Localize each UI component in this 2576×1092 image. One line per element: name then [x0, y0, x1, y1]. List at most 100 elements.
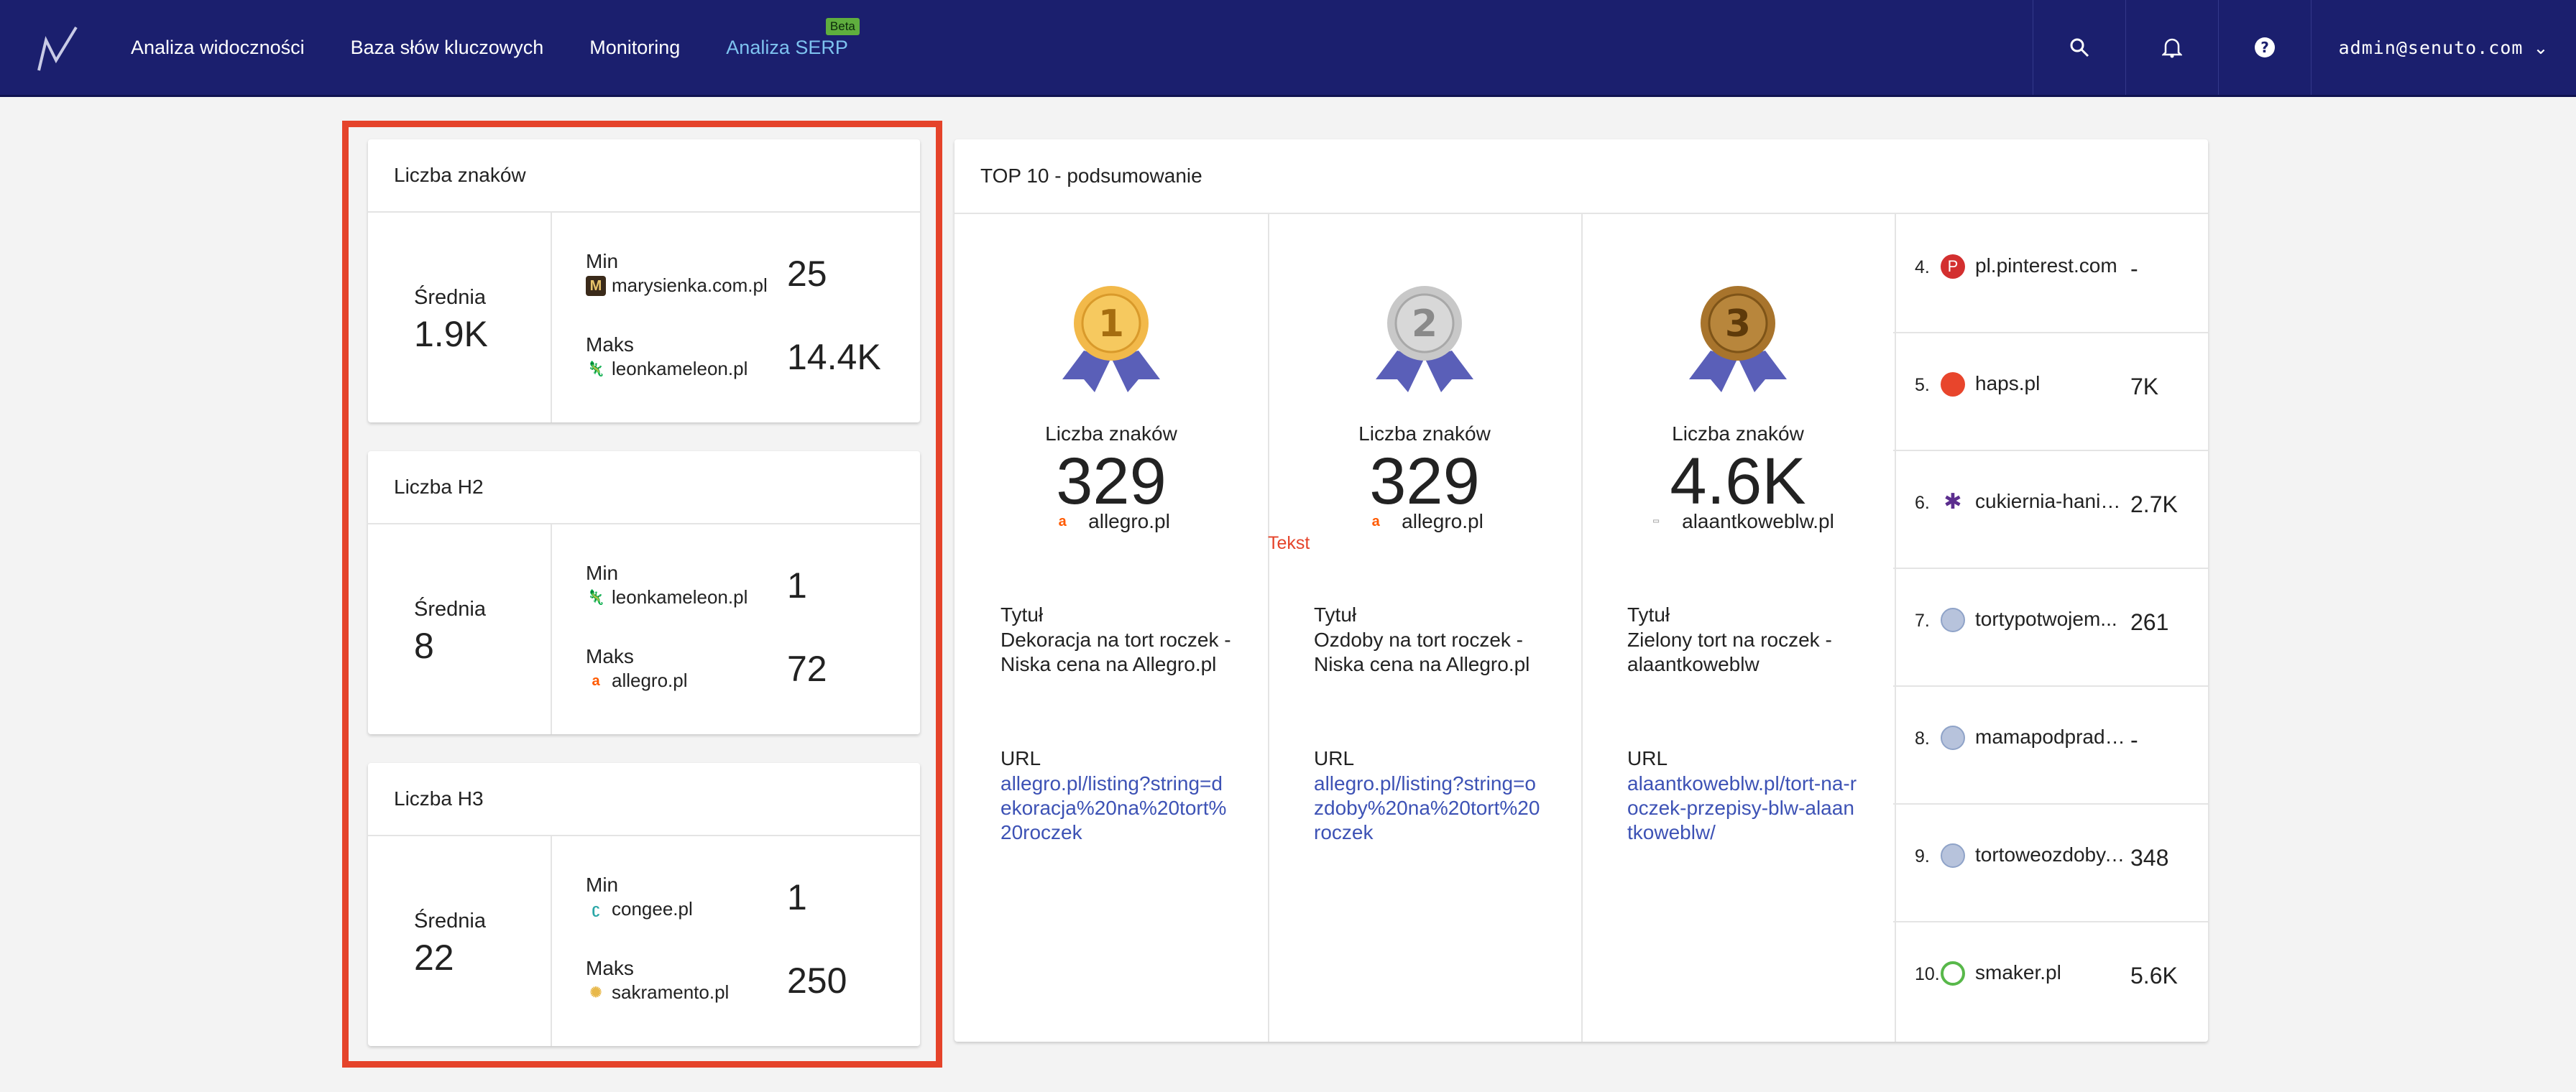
- card-title: Liczba znaków: [368, 139, 920, 213]
- max-label: Maks: [586, 957, 634, 979]
- nav-serp-analysis[interactable]: Analiza SERP Beta: [726, 17, 860, 59]
- max-label: Maks: [586, 333, 634, 356]
- nav-visibility-analysis[interactable]: Analiza widoczności: [131, 37, 305, 59]
- rank-value: 7K: [2130, 374, 2159, 399]
- metric-card-h2: Liczba H2 Średnia 8 Min 🦎 leonkameleon.pl…: [368, 451, 920, 734]
- podium-site[interactable]: ▭ alaantkoweblw.pl: [1581, 510, 1895, 533]
- svg-text:2: 2: [1412, 302, 1438, 346]
- min-label: Min: [586, 874, 619, 896]
- max-site[interactable]: ✺ sakramento.pl: [586, 981, 730, 1004]
- min-value: 1: [787, 565, 807, 606]
- podium-metric-label: Liczba znaków: [1672, 422, 1804, 445]
- page-title-text: Dekoracja na tort roczek - Niska cena na…: [1000, 629, 1231, 675]
- nav-serp-label: Analiza SERP: [726, 36, 848, 58]
- bronze-medal-icon: 3: [1689, 286, 1787, 392]
- rank-row[interactable]: 8. mamapodprad.pl -: [1893, 685, 2208, 805]
- max-site[interactable]: 🦎 leonkameleon.pl: [586, 358, 748, 380]
- max-label: Maks: [586, 645, 634, 667]
- min-label: Min: [586, 250, 619, 272]
- site-favicon-icon: ʗ: [592, 901, 600, 917]
- rank-row[interactable]: 5. haps.pl 7K: [1893, 332, 2208, 451]
- max-value: 72: [787, 649, 827, 689]
- page-url-link[interactable]: allegro.pl/listing?string=ozdoby%20na%20…: [1314, 772, 1544, 845]
- bell-icon: [2162, 38, 2182, 58]
- rank-value: 2.7K: [2130, 491, 2178, 517]
- svg-text:3: 3: [1725, 302, 1751, 346]
- average-section: Średnia 8: [368, 524, 552, 734]
- help-icon: ?: [2255, 37, 2275, 57]
- rank-site: cukiernia-hania...: [1975, 490, 2126, 512]
- min-site-name: marysienka.com.pl: [612, 274, 768, 296]
- help-button[interactable]: ?: [2218, 0, 2311, 95]
- min-site[interactable]: ʗ congee.pl: [586, 898, 693, 920]
- site-favicon-icon: ▭: [1652, 517, 1660, 525]
- rank-number: 10.: [1915, 964, 1940, 984]
- min-site[interactable]: Mmarysienka.com.pl: [586, 274, 768, 297]
- site-favicon-icon: [1941, 372, 1965, 397]
- allegro-icon: a: [592, 672, 600, 689]
- max-value: 250: [787, 961, 847, 1001]
- page-title-text: Ozdoby na tort roczek - Niska cena na Al…: [1314, 629, 1530, 675]
- max-site[interactable]: a allegro.pl: [586, 670, 688, 692]
- title-label: Tytuł: [1314, 603, 1357, 626]
- site-favicon-icon: M: [586, 275, 606, 296]
- rank-row[interactable]: 10. smaker.pl 5.6K: [1893, 921, 2208, 1039]
- nav-monitoring[interactable]: Monitoring: [589, 37, 680, 59]
- podium-metric-value: 329: [1056, 445, 1167, 518]
- page-url-link[interactable]: allegro.pl/listing?string=dekoracja%20na…: [1000, 772, 1230, 845]
- svg-text:1: 1: [1098, 302, 1124, 346]
- notifications-button[interactable]: [2125, 0, 2218, 95]
- main-nav: Analiza widoczności Baza słów kluczowych…: [131, 0, 894, 95]
- podium-metric-label: Liczba znaków: [1045, 422, 1177, 445]
- min-site-name: congee.pl: [612, 898, 693, 920]
- page-url-link[interactable]: alaantkoweblw.pl/tort-na-roczek-przepisy…: [1627, 772, 1857, 845]
- url-label: URL: [1627, 747, 1668, 769]
- average-value: 8: [414, 626, 434, 666]
- title-label: Tytuł: [1627, 603, 1670, 626]
- url-label: URL: [1000, 747, 1041, 769]
- flower-icon: ✱: [1944, 490, 1962, 514]
- url-label: URL: [1314, 747, 1355, 769]
- search-button[interactable]: [2033, 0, 2125, 95]
- rank-value: -: [2130, 727, 2138, 753]
- podium-site-name: allegro.pl: [1088, 510, 1170, 532]
- globe-icon: [1941, 726, 1965, 750]
- podium-site[interactable]: a allegro.pl: [954, 510, 1268, 533]
- podium-metric-label: Liczba znaków: [1358, 422, 1491, 445]
- rank-site: tortoweozdoby....: [1975, 843, 2126, 866]
- allegro-icon: a: [1058, 514, 1067, 529]
- page-title-text: Zielony tort na roczek - alaantkoweblw: [1627, 629, 1832, 675]
- rank-row[interactable]: 7. tortypotwojem... 261: [1893, 568, 2208, 687]
- user-menu[interactable]: admin@senuto.com ⌄: [2311, 0, 2576, 95]
- podium-metric-value: 4.6K: [1670, 445, 1806, 518]
- rank-site: tortypotwojem...: [1975, 608, 2117, 630]
- pinterest-icon: P: [1941, 254, 1965, 279]
- rank-value: 348: [2130, 845, 2169, 871]
- smaker-icon: [1941, 961, 1965, 986]
- rank-number: 7.: [1915, 611, 1930, 631]
- nav-keyword-base[interactable]: Baza słów kluczowych: [351, 37, 544, 59]
- senuto-logo[interactable]: [34, 24, 80, 75]
- globe-icon: [1941, 843, 1965, 868]
- min-site[interactable]: 🦎 leonkameleon.pl: [586, 586, 748, 609]
- card-title: Liczba H3: [368, 763, 920, 836]
- rank-row[interactable]: 4. P pl.pinterest.com -: [1893, 214, 2208, 333]
- average-label: Średnia: [414, 910, 486, 933]
- rank-row[interactable]: 9. tortoweozdoby.... 348: [1893, 803, 2208, 922]
- card-title: Liczba H2: [368, 451, 920, 524]
- max-site-name: sakramento.pl: [612, 981, 730, 1003]
- rank-row[interactable]: 6. ✱ cukiernia-hania... 2.7K: [1893, 450, 2208, 569]
- rank-site: haps.pl: [1975, 372, 2041, 394]
- user-email: admin@senuto.com: [2338, 37, 2524, 58]
- podium-site-name: alaantkoweblw.pl: [1682, 510, 1834, 532]
- chevron-down-icon: ⌄: [2533, 37, 2549, 58]
- annotation-label: Tekst: [1268, 533, 1310, 553]
- min-label: Min: [586, 562, 619, 584]
- podium-site[interactable]: a allegro.pl: [1268, 510, 1581, 533]
- rank-site: mamapodprad.pl: [1975, 726, 2126, 748]
- podium-place-1: 1 Liczba znaków 329 a allegro.pl Tytuł De…: [954, 214, 1269, 1042]
- max-site-name: allegro.pl: [612, 670, 688, 691]
- silver-medal-icon: 2: [1376, 286, 1473, 392]
- title-label: Tytuł: [1000, 603, 1044, 626]
- allegro-icon: a: [1371, 514, 1380, 529]
